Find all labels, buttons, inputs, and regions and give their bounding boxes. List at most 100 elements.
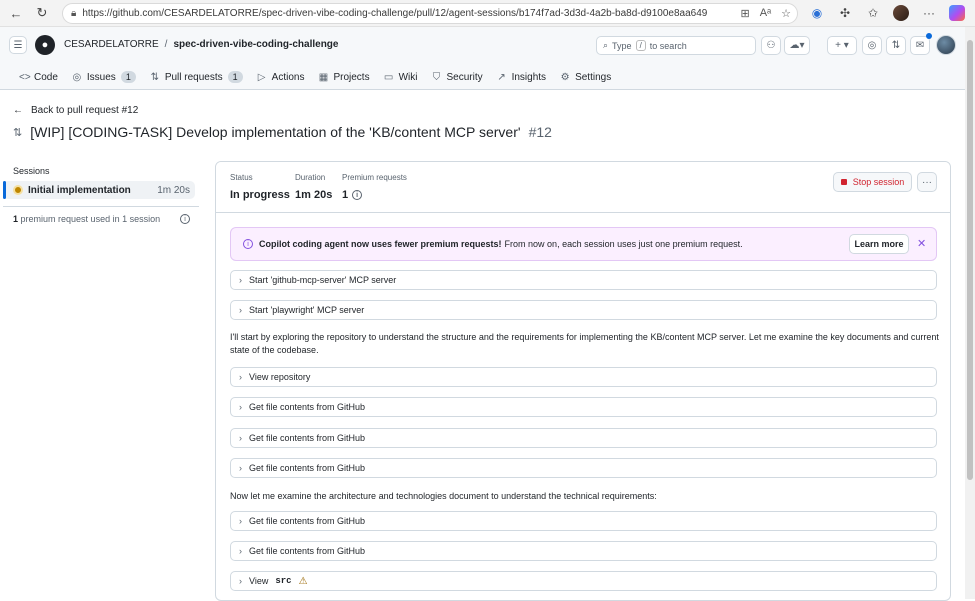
graph-icon: ↗: [497, 71, 506, 83]
session-summary: Status In progress Duration 1m 20s Premi…: [216, 162, 950, 213]
sessions-heading: Sessions: [13, 166, 50, 176]
log-step-github-mcp-server[interactable]: › Start 'github-mcp-server' MCP server: [230, 270, 937, 290]
page-title: ⇅ [WIP] [CODING-TASK] Develop implementa…: [13, 124, 552, 140]
lock-icon: 🔒︎: [71, 8, 77, 19]
banner-title: Copilot coding agent now uses fewer prem…: [259, 239, 502, 249]
log-step-get-file-contents[interactable]: › Get file contents from GitHub: [230, 458, 937, 478]
stop-session-button[interactable]: Stop session: [833, 172, 912, 192]
pull-request-icon: ⇅: [13, 126, 23, 139]
log-step-playwright-mcp-server[interactable]: › Start 'playwright' MCP server: [230, 300, 937, 320]
split-screen-icon[interactable]: ⊞: [740, 7, 749, 20]
premium-requests-banner: i Copilot coding agent now uses fewer pr…: [230, 227, 937, 261]
agent-message: I'll start by exploring the repository t…: [230, 332, 939, 355]
issues-icon[interactable]: ◎: [862, 36, 882, 55]
session-item-initial-implementation[interactable]: Initial implementation 1m 20s: [3, 181, 195, 199]
create-new-button[interactable]: + ▾: [827, 36, 857, 55]
duration-value: 1m 20s: [295, 189, 333, 201]
more-options-button[interactable]: ···: [917, 172, 937, 192]
inbox-icon[interactable]: ✉: [910, 36, 930, 55]
read-aloud-icon[interactable]: Aᵃ: [760, 7, 771, 20]
play-icon: ▷: [257, 71, 266, 83]
issues-count: 1: [120, 71, 136, 83]
code-icon: <>: [19, 71, 31, 83]
pull-requests-count: 1: [227, 71, 243, 83]
tab-actions[interactable]: ▷ Actions: [251, 66, 311, 88]
chevron-right-icon: ›: [239, 275, 242, 285]
warning-icon: ⚠: [298, 575, 308, 587]
tab-code[interactable]: <> Code: [13, 66, 64, 88]
breadcrumb: CESARDELATORRE / spec-driven-vibe-coding…: [64, 39, 338, 50]
browser-menu-icon[interactable]: ···: [919, 3, 939, 23]
favorites-icon[interactable]: ✩: [863, 3, 883, 23]
extension-icon[interactable]: ◉: [807, 3, 827, 23]
repo-nav: <> Code ◎ Issues 1 ⇅ Pull requests 1 ▷ Actions…: [0, 65, 617, 89]
repo-name-link[interactable]: spec-driven-vibe-coding-challenge: [173, 39, 338, 50]
chevron-right-icon: ›: [239, 372, 242, 382]
search-icon: ⌕: [603, 40, 609, 50]
chevron-right-icon: ›: [239, 402, 242, 412]
premium-requests-value: 1: [342, 189, 349, 201]
log-step-view-repository[interactable]: › View repository: [230, 367, 937, 387]
chevron-right-icon: ›: [239, 463, 242, 473]
log-step-view-src[interactable]: › View src ⚠: [230, 571, 937, 591]
divider: [3, 206, 199, 207]
copilot-button[interactable]: ⚇: [761, 36, 781, 55]
chevron-right-icon: ›: [239, 305, 242, 315]
pull-requests-icon[interactable]: ⇅: [886, 36, 906, 55]
pr-number[interactable]: #12: [529, 124, 552, 140]
github-header: ☰ ● CESARDELATORRE / spec-driven-vibe-co…: [0, 27, 975, 90]
close-icon[interactable]: ✕: [917, 237, 926, 250]
profile-icon[interactable]: [891, 3, 911, 23]
gear-icon: ⚙: [560, 71, 570, 83]
tab-settings[interactable]: ⚙ Settings: [554, 66, 617, 88]
session-panel: Status In progress Duration 1m 20s Premi…: [215, 161, 951, 601]
notification-dot: [926, 33, 932, 39]
issue-icon: ◎: [72, 71, 82, 83]
address-bar[interactable]: 🔒︎ https://github.com/CESARDELATORRE/spe…: [62, 3, 798, 24]
search-input[interactable]: ⌕ Type / to search: [596, 36, 756, 55]
session-duration: 1m 20s: [157, 184, 190, 196]
log-step-get-file-contents[interactable]: › Get file contents from GitHub: [230, 428, 937, 448]
status-value: In progress: [230, 189, 290, 201]
tab-issues[interactable]: ◎ Issues 1: [66, 66, 142, 88]
session-name: Initial implementation: [28, 184, 131, 196]
pr-title-text: [WIP] [CODING-TASK] Develop implementati…: [30, 124, 521, 140]
tab-projects[interactable]: ▦ Projects: [312, 66, 375, 88]
tab-insights[interactable]: ↗ Insights: [491, 66, 552, 88]
search-shortcut-key: /: [635, 40, 646, 51]
banner-text: From now on, each session uses just one …: [504, 239, 743, 249]
table-icon: ▦: [318, 71, 329, 83]
user-avatar[interactable]: [936, 35, 956, 55]
log-step-get-file-contents[interactable]: › Get file contents from GitHub: [230, 511, 937, 531]
arrow-left-icon: ←: [13, 105, 23, 116]
premium-usage-note: 1 premium request used in 1 session: [13, 214, 161, 224]
log-step-get-file-contents[interactable]: › Get file contents from GitHub: [230, 541, 937, 561]
browser-toolbar: ← ↻ 🔒︎ https://github.com/CESARDELATORRE…: [0, 0, 975, 27]
copilot-icon[interactable]: [947, 3, 967, 23]
log-step-get-file-contents[interactable]: › Get file contents from GitHub: [230, 397, 937, 417]
agent-message: Now let me examine the architecture and …: [230, 491, 657, 501]
favorite-star-icon[interactable]: ☆: [781, 7, 791, 20]
puzzle-icon[interactable]: ✣: [835, 3, 855, 23]
chevron-right-icon: ›: [239, 576, 242, 586]
tab-pull-requests[interactable]: ⇅ Pull requests 1: [144, 66, 249, 88]
stop-icon: [840, 179, 847, 185]
tab-security[interactable]: ⛉ Security: [425, 66, 488, 88]
info-icon[interactable]: i: [180, 214, 190, 224]
url-text: https://github.com/CESARDELATORRE/spec-d…: [82, 8, 708, 19]
copilot-dropdown-button[interactable]: ☁▾: [784, 36, 810, 55]
scrollbar-thumb[interactable]: [967, 40, 973, 480]
tab-wiki[interactable]: ▭ Wiki: [378, 66, 424, 88]
refresh-icon[interactable]: ↻: [30, 2, 54, 24]
back-to-pr-link[interactable]: ← Back to pull request #12: [13, 105, 138, 116]
active-indicator: [3, 181, 6, 199]
back-arrow-icon[interactable]: ←: [4, 2, 28, 24]
hamburger-menu-icon[interactable]: ☰: [9, 36, 27, 54]
github-logo-icon[interactable]: ●: [35, 35, 55, 55]
chevron-right-icon: ›: [239, 516, 242, 526]
duration-stat: Duration 1m 20s: [295, 173, 333, 201]
status-stat: Status In progress: [230, 173, 290, 201]
learn-more-button[interactable]: Learn more: [849, 234, 909, 254]
info-icon[interactable]: i: [352, 190, 363, 200]
repo-owner-link[interactable]: CESARDELATORRE: [64, 39, 159, 50]
